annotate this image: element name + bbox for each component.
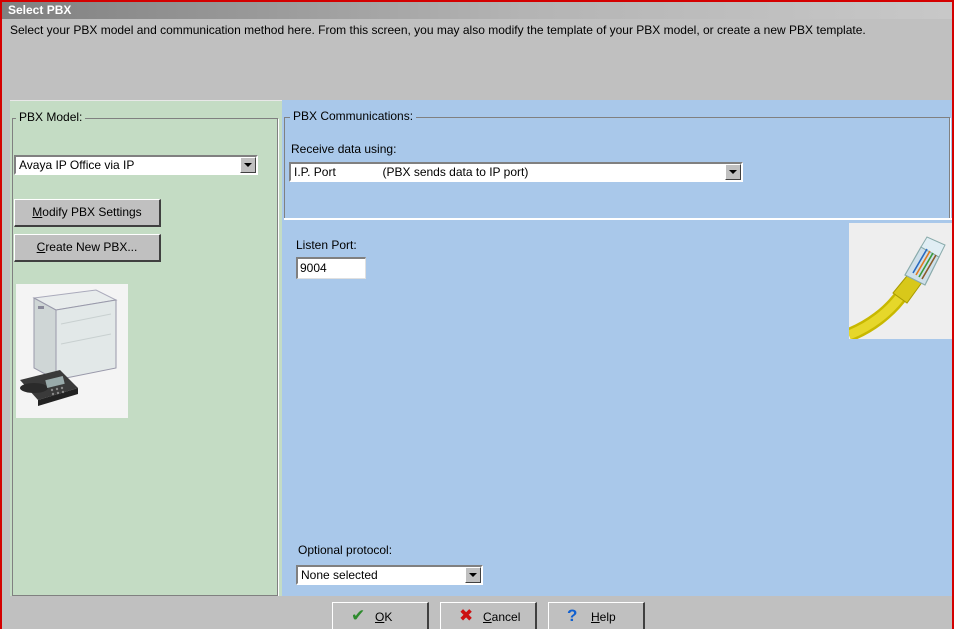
receive-data-select[interactable]: I.P. Port (PBX sends data to IP port) xyxy=(289,162,743,182)
listen-port-input[interactable]: 9004 xyxy=(296,257,366,279)
receive-data-dropdown-button[interactable] xyxy=(725,164,741,180)
window-title: Select PBX xyxy=(8,3,72,17)
optional-protocol-selected-value: None selected xyxy=(301,568,378,582)
window-border-top xyxy=(0,0,954,2)
optional-protocol-dropdown-button[interactable] xyxy=(465,567,481,583)
chevron-down-icon xyxy=(469,573,477,577)
dialog-footer: ✔ OK ✖ Cancel ? Help xyxy=(2,596,952,629)
pbx-model-panel: PBX Model: Avaya IP Office via IP Modify… xyxy=(10,100,282,597)
help-button[interactable]: ? Help xyxy=(548,602,645,629)
chevron-down-icon xyxy=(244,163,252,167)
ok-button[interactable]: ✔ OK xyxy=(332,602,429,629)
modify-pbx-settings-button[interactable]: Modify PBX Settings xyxy=(14,199,161,227)
create-button-label: reate New PBX... xyxy=(45,240,138,254)
optional-protocol-select[interactable]: None selected xyxy=(296,565,483,585)
modify-button-mnemonic: M xyxy=(32,205,43,219)
cancel-label: ancel xyxy=(491,610,521,624)
ok-label: K xyxy=(384,610,393,624)
window-border-left xyxy=(0,0,2,629)
pbx-model-dropdown-button[interactable] xyxy=(240,157,256,173)
create-button-mnemonic: C xyxy=(36,240,46,254)
help-mnemonic: H xyxy=(591,610,600,624)
x-icon: ✖ xyxy=(459,606,474,625)
help-label: elp xyxy=(599,610,616,624)
cancel-button[interactable]: ✖ Cancel xyxy=(440,602,537,629)
pbx-communications-panel: PBX Communications: Receive data using: … xyxy=(282,100,952,596)
pbx-model-label: PBX Model: xyxy=(16,110,86,124)
pbx-model-select[interactable]: Avaya IP Office via IP xyxy=(14,155,258,175)
listen-port-label: Listen Port: xyxy=(296,238,357,252)
pbx-communications-label: PBX Communications: xyxy=(290,109,417,123)
window-titlebar: Select PBX xyxy=(2,2,952,19)
pbx-model-selected-value: Avaya IP Office via IP xyxy=(19,158,135,172)
modify-button-label: odify PBX Settings xyxy=(42,205,142,219)
check-icon: ✔ xyxy=(351,606,366,625)
pbx-system-image xyxy=(16,284,128,418)
ethernet-cable-image xyxy=(849,223,952,339)
create-new-pbx-button[interactable]: Create New PBX... xyxy=(14,234,161,262)
ok-mnemonic: O xyxy=(375,610,385,624)
question-icon: ? xyxy=(567,606,578,625)
instructions-text: Select your PBX model and communication … xyxy=(10,23,866,37)
section-divider xyxy=(284,218,952,220)
cancel-mnemonic: C xyxy=(483,610,492,624)
chevron-down-icon xyxy=(729,170,737,174)
receive-data-label: Receive data using: xyxy=(291,142,397,156)
optional-protocol-label: Optional protocol: xyxy=(298,543,393,557)
receive-data-selected-value: I.P. Port (PBX sends data to IP port) xyxy=(294,165,529,179)
